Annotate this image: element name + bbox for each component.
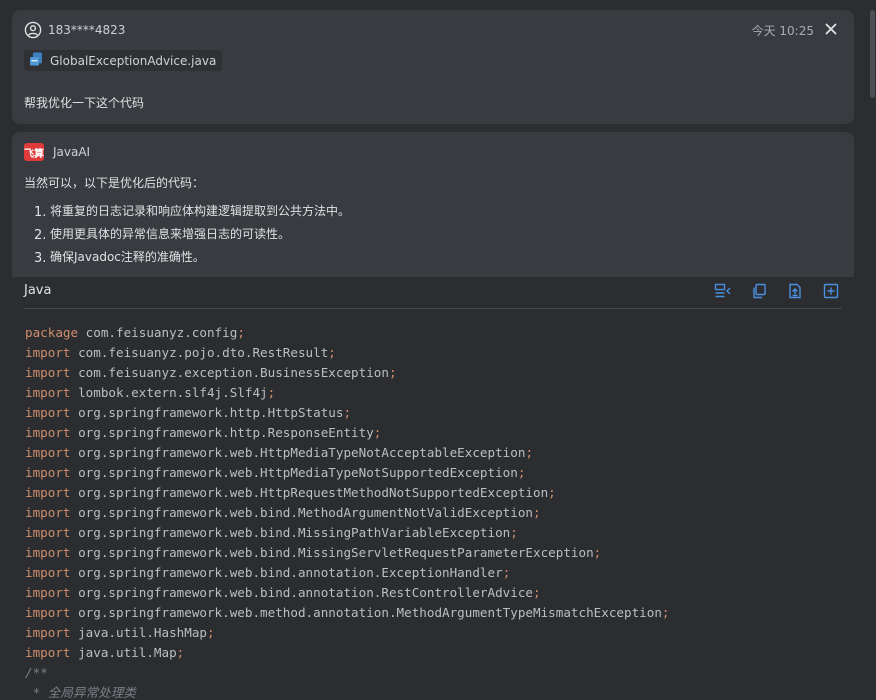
code-line: import org.springframework.web.HttpMedia…	[25, 445, 534, 460]
code-line: import org.springframework.web.bind.anno…	[25, 565, 511, 580]
java-file-icon	[28, 51, 44, 71]
code-line: import com.feisuanyz.exception.BusinessE…	[25, 365, 397, 380]
username: 183****4823	[48, 23, 126, 37]
ai-name: JavaAI	[53, 145, 91, 159]
code-comment-line: * 全局异常处理类	[25, 685, 136, 700]
user-question: 帮我优化一下这个代码	[24, 96, 145, 110]
code-line: package com.feisuanyz.config;	[25, 325, 245, 340]
user-message-card: 183****4823 今天 10:25 GlobalExceptionAdvi…	[12, 10, 854, 124]
code-line: import org.springframework.web.bind.Miss…	[25, 525, 518, 540]
code-line: import com.feisuanyz.pojo.dto.RestResult…	[25, 345, 336, 360]
chat-panel: 183****4823 今天 10:25 GlobalExceptionAdvi…	[0, 0, 876, 700]
ai-points-list: 1. 将重复的日志记录和响应体构建逻辑提取到公共方法中。 2. 使用更具体的异常信息…	[34, 202, 350, 271]
attachment-chip[interactable]: GlobalExceptionAdvice.java	[24, 50, 223, 71]
ai-logo: 飞算	[24, 143, 44, 161]
user-avatar-icon	[24, 21, 42, 39]
code-line: import org.springframework.web.method.an…	[25, 605, 670, 620]
insert-file-icon[interactable]	[786, 282, 804, 300]
code-block: Java package com.feisuanyz.config; impor…	[12, 277, 854, 700]
list-item: 1. 将重复的日志记录和响应体构建逻辑提取到公共方法中。	[34, 204, 351, 220]
ai-reply-card: 飞算 JavaAI 当然可以，以下是优化后的代码： 1. 将重复的日志记录和响应体…	[12, 132, 854, 700]
code-line: import org.springframework.web.bind.anno…	[25, 585, 541, 600]
code-language: Java	[24, 283, 52, 298]
user-header: 183****4823	[24, 21, 125, 39]
code-line: import org.springframework.web.HttpMedia…	[25, 465, 526, 480]
copy-icon[interactable]	[750, 282, 768, 300]
scrollbar-thumb[interactable]	[870, 10, 875, 98]
attachment-filename: GlobalExceptionAdvice.java	[50, 53, 217, 68]
code-header: Java	[12, 277, 854, 308]
code-divider	[24, 308, 842, 309]
new-file-icon[interactable]	[822, 282, 840, 300]
code-comment-line: /**	[25, 665, 48, 680]
code-line: import org.springframework.web.bind.Miss…	[25, 545, 602, 560]
code-toolbar	[714, 282, 840, 300]
list-item: 3. 确保Javadoc注释的准确性。	[34, 250, 205, 266]
close-icon[interactable]	[822, 20, 840, 38]
code-line: import org.springframework.web.bind.Meth…	[25, 505, 541, 520]
code-line: import lombok.extern.slf4j.Slf4j;	[25, 385, 276, 400]
code-line: import org.springframework.http.Response…	[25, 425, 382, 440]
list-item: 2. 使用更具体的异常信息来增强日志的可读性。	[34, 227, 291, 243]
code-line: import java.util.HashMap;	[25, 625, 215, 640]
code-content[interactable]: package com.feisuanyz.config; import com.…	[25, 323, 670, 700]
code-line: import java.util.Map;	[25, 645, 185, 660]
ai-intro: 当然可以，以下是优化后的代码：	[24, 176, 205, 190]
scrollbar-track[interactable]	[866, 0, 876, 700]
code-line: import org.springframework.http.HttpStat…	[25, 405, 352, 420]
message-time: 今天 10:25	[751, 24, 814, 38]
code-line: import org.springframework.web.HttpReque…	[25, 485, 556, 500]
insert-diff-icon[interactable]	[714, 282, 732, 300]
ai-header: 飞算 JavaAI	[24, 143, 90, 161]
